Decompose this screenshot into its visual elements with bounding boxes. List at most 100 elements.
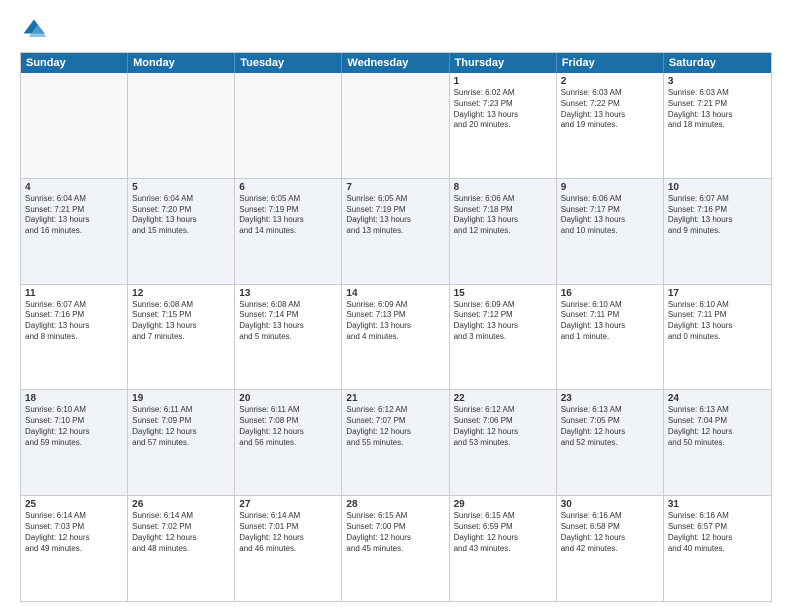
day-number: 12 xyxy=(132,288,230,299)
day-number: 2 xyxy=(561,76,659,87)
day-cell-23: 23Sunrise: 6:13 AM Sunset: 7:05 PM Dayli… xyxy=(557,390,664,495)
day-cell-6: 6Sunrise: 6:05 AM Sunset: 7:19 PM Daylig… xyxy=(235,179,342,284)
day-info: Sunrise: 6:13 AM Sunset: 7:04 PM Dayligh… xyxy=(668,405,767,448)
empty-cell xyxy=(21,73,128,178)
day-number: 25 xyxy=(25,499,123,510)
day-info: Sunrise: 6:05 AM Sunset: 7:19 PM Dayligh… xyxy=(239,194,337,237)
day-info: Sunrise: 6:12 AM Sunset: 7:06 PM Dayligh… xyxy=(454,405,552,448)
day-info: Sunrise: 6:05 AM Sunset: 7:19 PM Dayligh… xyxy=(346,194,444,237)
day-cell-3: 3Sunrise: 6:03 AM Sunset: 7:21 PM Daylig… xyxy=(664,73,771,178)
day-info: Sunrise: 6:14 AM Sunset: 7:01 PM Dayligh… xyxy=(239,511,337,554)
empty-cell xyxy=(128,73,235,178)
day-info: Sunrise: 6:11 AM Sunset: 7:08 PM Dayligh… xyxy=(239,405,337,448)
day-number: 7 xyxy=(346,182,444,193)
day-number: 16 xyxy=(561,288,659,299)
day-number: 9 xyxy=(561,182,659,193)
day-number: 24 xyxy=(668,393,767,404)
day-number: 29 xyxy=(454,499,552,510)
calendar-header: SundayMondayTuesdayWednesdayThursdayFrid… xyxy=(21,53,771,73)
day-info: Sunrise: 6:16 AM Sunset: 6:57 PM Dayligh… xyxy=(668,511,767,554)
empty-cell xyxy=(342,73,449,178)
day-number: 10 xyxy=(668,182,767,193)
day-cell-29: 29Sunrise: 6:15 AM Sunset: 6:59 PM Dayli… xyxy=(450,496,557,601)
empty-cell xyxy=(235,73,342,178)
day-cell-1: 1Sunrise: 6:02 AM Sunset: 7:23 PM Daylig… xyxy=(450,73,557,178)
day-info: Sunrise: 6:11 AM Sunset: 7:09 PM Dayligh… xyxy=(132,405,230,448)
calendar: SundayMondayTuesdayWednesdayThursdayFrid… xyxy=(20,52,772,602)
calendar-row-0: 1Sunrise: 6:02 AM Sunset: 7:23 PM Daylig… xyxy=(21,73,771,179)
day-number: 13 xyxy=(239,288,337,299)
day-number: 14 xyxy=(346,288,444,299)
day-info: Sunrise: 6:15 AM Sunset: 7:00 PM Dayligh… xyxy=(346,511,444,554)
day-cell-9: 9Sunrise: 6:06 AM Sunset: 7:17 PM Daylig… xyxy=(557,179,664,284)
day-cell-18: 18Sunrise: 6:10 AM Sunset: 7:10 PM Dayli… xyxy=(21,390,128,495)
day-info: Sunrise: 6:15 AM Sunset: 6:59 PM Dayligh… xyxy=(454,511,552,554)
day-number: 3 xyxy=(668,76,767,87)
day-cell-19: 19Sunrise: 6:11 AM Sunset: 7:09 PM Dayli… xyxy=(128,390,235,495)
day-info: Sunrise: 6:02 AM Sunset: 7:23 PM Dayligh… xyxy=(454,88,552,131)
day-cell-31: 31Sunrise: 6:16 AM Sunset: 6:57 PM Dayli… xyxy=(664,496,771,601)
day-info: Sunrise: 6:07 AM Sunset: 7:16 PM Dayligh… xyxy=(25,300,123,343)
calendar-body: 1Sunrise: 6:02 AM Sunset: 7:23 PM Daylig… xyxy=(21,73,771,601)
day-cell-8: 8Sunrise: 6:06 AM Sunset: 7:18 PM Daylig… xyxy=(450,179,557,284)
day-number: 27 xyxy=(239,499,337,510)
header-cell-friday: Friday xyxy=(557,53,664,73)
day-info: Sunrise: 6:14 AM Sunset: 7:03 PM Dayligh… xyxy=(25,511,123,554)
day-number: 17 xyxy=(668,288,767,299)
day-cell-26: 26Sunrise: 6:14 AM Sunset: 7:02 PM Dayli… xyxy=(128,496,235,601)
day-number: 1 xyxy=(454,76,552,87)
day-number: 26 xyxy=(132,499,230,510)
day-number: 18 xyxy=(25,393,123,404)
day-number: 11 xyxy=(25,288,123,299)
day-info: Sunrise: 6:03 AM Sunset: 7:21 PM Dayligh… xyxy=(668,88,767,131)
day-number: 31 xyxy=(668,499,767,510)
day-number: 5 xyxy=(132,182,230,193)
day-info: Sunrise: 6:04 AM Sunset: 7:20 PM Dayligh… xyxy=(132,194,230,237)
day-info: Sunrise: 6:10 AM Sunset: 7:11 PM Dayligh… xyxy=(561,300,659,343)
day-cell-24: 24Sunrise: 6:13 AM Sunset: 7:04 PM Dayli… xyxy=(664,390,771,495)
day-number: 22 xyxy=(454,393,552,404)
day-info: Sunrise: 6:06 AM Sunset: 7:17 PM Dayligh… xyxy=(561,194,659,237)
day-info: Sunrise: 6:10 AM Sunset: 7:10 PM Dayligh… xyxy=(25,405,123,448)
day-number: 28 xyxy=(346,499,444,510)
day-cell-30: 30Sunrise: 6:16 AM Sunset: 6:58 PM Dayli… xyxy=(557,496,664,601)
header-cell-saturday: Saturday xyxy=(664,53,771,73)
calendar-row-3: 18Sunrise: 6:10 AM Sunset: 7:10 PM Dayli… xyxy=(21,390,771,496)
day-cell-16: 16Sunrise: 6:10 AM Sunset: 7:11 PM Dayli… xyxy=(557,285,664,390)
day-number: 23 xyxy=(561,393,659,404)
day-cell-17: 17Sunrise: 6:10 AM Sunset: 7:11 PM Dayli… xyxy=(664,285,771,390)
logo-icon xyxy=(20,16,48,44)
day-cell-12: 12Sunrise: 6:08 AM Sunset: 7:15 PM Dayli… xyxy=(128,285,235,390)
day-cell-21: 21Sunrise: 6:12 AM Sunset: 7:07 PM Dayli… xyxy=(342,390,449,495)
day-number: 4 xyxy=(25,182,123,193)
header-cell-wednesday: Wednesday xyxy=(342,53,449,73)
day-info: Sunrise: 6:09 AM Sunset: 7:13 PM Dayligh… xyxy=(346,300,444,343)
day-info: Sunrise: 6:09 AM Sunset: 7:12 PM Dayligh… xyxy=(454,300,552,343)
header-cell-thursday: Thursday xyxy=(450,53,557,73)
calendar-row-2: 11Sunrise: 6:07 AM Sunset: 7:16 PM Dayli… xyxy=(21,285,771,391)
day-cell-4: 4Sunrise: 6:04 AM Sunset: 7:21 PM Daylig… xyxy=(21,179,128,284)
day-info: Sunrise: 6:04 AM Sunset: 7:21 PM Dayligh… xyxy=(25,194,123,237)
day-info: Sunrise: 6:06 AM Sunset: 7:18 PM Dayligh… xyxy=(454,194,552,237)
logo xyxy=(20,16,52,44)
header-cell-tuesday: Tuesday xyxy=(235,53,342,73)
day-cell-22: 22Sunrise: 6:12 AM Sunset: 7:06 PM Dayli… xyxy=(450,390,557,495)
day-cell-2: 2Sunrise: 6:03 AM Sunset: 7:22 PM Daylig… xyxy=(557,73,664,178)
day-number: 19 xyxy=(132,393,230,404)
day-info: Sunrise: 6:03 AM Sunset: 7:22 PM Dayligh… xyxy=(561,88,659,131)
day-number: 6 xyxy=(239,182,337,193)
day-info: Sunrise: 6:08 AM Sunset: 7:14 PM Dayligh… xyxy=(239,300,337,343)
day-cell-28: 28Sunrise: 6:15 AM Sunset: 7:00 PM Dayli… xyxy=(342,496,449,601)
page: SundayMondayTuesdayWednesdayThursdayFrid… xyxy=(0,0,792,612)
day-cell-25: 25Sunrise: 6:14 AM Sunset: 7:03 PM Dayli… xyxy=(21,496,128,601)
day-number: 8 xyxy=(454,182,552,193)
day-info: Sunrise: 6:07 AM Sunset: 7:16 PM Dayligh… xyxy=(668,194,767,237)
day-info: Sunrise: 6:08 AM Sunset: 7:15 PM Dayligh… xyxy=(132,300,230,343)
header-cell-sunday: Sunday xyxy=(21,53,128,73)
day-info: Sunrise: 6:10 AM Sunset: 7:11 PM Dayligh… xyxy=(668,300,767,343)
day-info: Sunrise: 6:12 AM Sunset: 7:07 PM Dayligh… xyxy=(346,405,444,448)
day-cell-10: 10Sunrise: 6:07 AM Sunset: 7:16 PM Dayli… xyxy=(664,179,771,284)
day-number: 21 xyxy=(346,393,444,404)
day-number: 20 xyxy=(239,393,337,404)
day-info: Sunrise: 6:13 AM Sunset: 7:05 PM Dayligh… xyxy=(561,405,659,448)
